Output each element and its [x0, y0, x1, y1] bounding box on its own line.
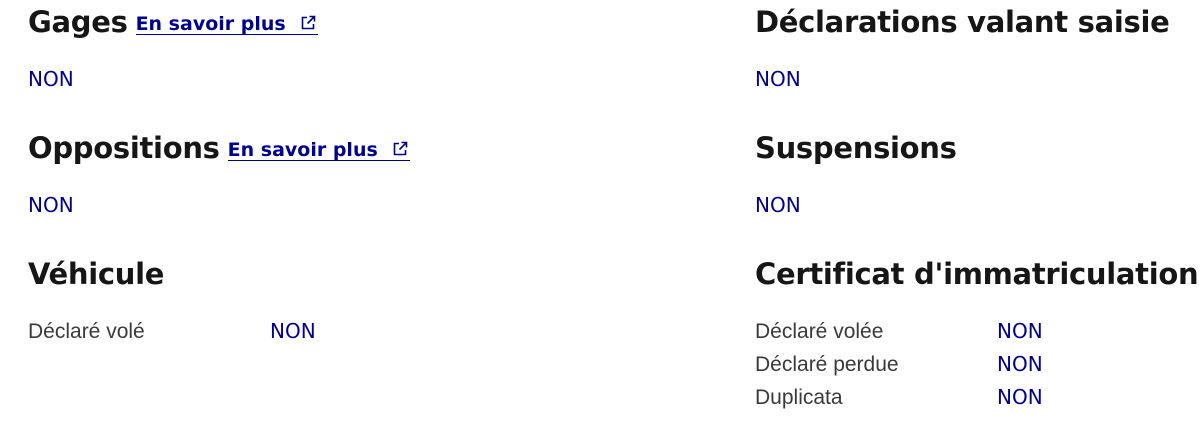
- certificat-row-duplicata: Duplicata NON: [755, 382, 1155, 412]
- declarations-value: NON: [755, 67, 801, 91]
- vehicule-row-label: Déclaré volé: [28, 320, 145, 343]
- gages-learn-more-link[interactable]: En savoir plus: [135, 13, 318, 35]
- certificat-row-declare-perdue: Déclaré perdue NON: [755, 349, 1155, 379]
- certificat-row-label: Duplicata: [755, 386, 843, 409]
- certificat-row-value: NON: [997, 319, 1043, 343]
- oppositions-learn-more-link[interactable]: En savoir plus: [227, 139, 410, 161]
- oppositions-title: Oppositions: [28, 131, 220, 165]
- oppositions-value: NON: [28, 193, 74, 217]
- oppositions-section-heading: Oppositions En savoir plus: [28, 128, 410, 168]
- gages-learn-more-label: En savoir plus: [135, 13, 286, 35]
- suspensions-title: Suspensions: [755, 131, 957, 165]
- declarations-title: Déclarations valant saisie: [755, 5, 1170, 39]
- certificat-title: Certificat d'immatriculation: [755, 257, 1199, 291]
- certificat-row-label: Déclaré volée: [755, 320, 884, 343]
- certificat-row-declare-volee: Déclaré volée NON: [755, 316, 1155, 346]
- certificat-row-value: NON: [997, 352, 1043, 376]
- certificat-row-value: NON: [997, 385, 1043, 409]
- gages-title: Gages: [28, 5, 128, 39]
- vehicule-row-declare-vole: Déclaré volé NON: [28, 316, 428, 346]
- suspensions-value: NON: [755, 193, 801, 217]
- external-link-icon: [393, 141, 408, 156]
- vehicule-row-value: NON: [270, 319, 316, 343]
- external-link-icon: [301, 15, 316, 30]
- certificat-row-label: Déclaré perdue: [755, 353, 899, 376]
- gages-value: NON: [28, 67, 74, 91]
- vehicule-title: Véhicule: [28, 257, 165, 291]
- oppositions-learn-more-label: En savoir plus: [227, 139, 378, 161]
- gages-section-heading: Gages En savoir plus: [28, 2, 318, 42]
